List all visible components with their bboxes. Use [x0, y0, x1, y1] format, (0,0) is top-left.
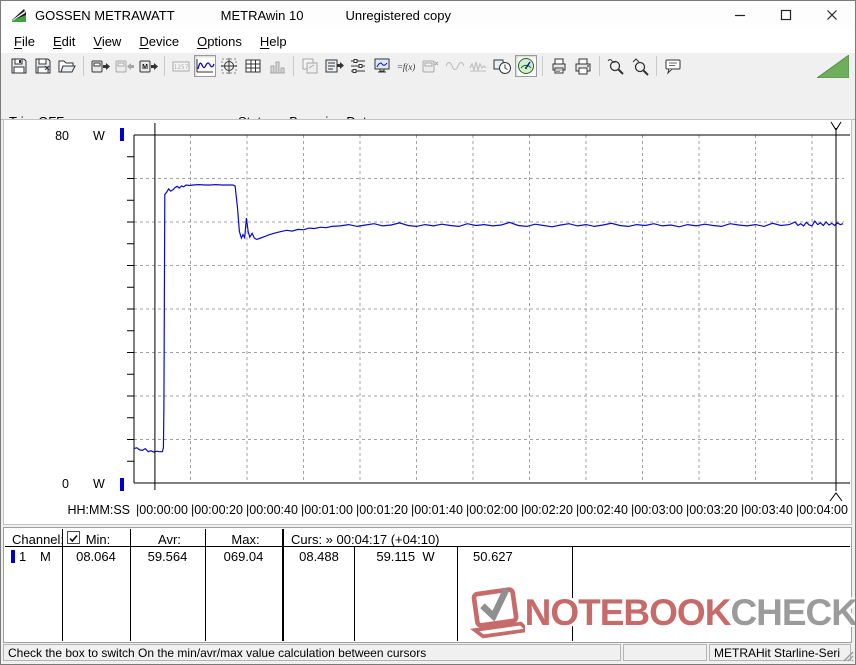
x-tick-label: |00:01:00 [301, 503, 353, 517]
x-tick-label: |00:03:00 [631, 503, 683, 517]
table-gridline [62, 529, 63, 641]
y-axis-top-marker [120, 128, 124, 141]
measurement-table: Channel: Min: Avr: Max: Curs: » 00:04:17… [3, 527, 852, 643]
table-gridline [130, 529, 131, 641]
table-gridline [205, 529, 206, 641]
x-tick-label: |00:00:40 [246, 503, 298, 517]
x-tick-label: |00:02:40 [576, 503, 628, 517]
x-tick-label: |00:01:40 [411, 503, 463, 517]
table-gridline [572, 546, 573, 641]
x-tick-label: |00:02:00 [466, 503, 518, 517]
x-tick-label: |00:02:20 [521, 503, 573, 517]
column-header-min: Min: [85, 532, 111, 547]
column-header-channel: Channel: [12, 532, 65, 547]
y-min-label: 0 [62, 477, 69, 491]
y-axis-bottom-marker [120, 478, 124, 491]
statusbar-device: METRAHit Starline-Seri [709, 644, 851, 661]
power-trace [133, 183, 844, 453]
y-max-label: 80 [55, 129, 69, 143]
column-header-max: Max: [231, 532, 260, 547]
x-axis-format-label: HH:MM:SS [68, 503, 131, 517]
status-bar: Check the box to switch On the min/avr/m… [1, 643, 855, 664]
extra-value: 50.627 [473, 549, 513, 564]
x-tick-label: |00:00:20 [191, 503, 243, 517]
x-tick-label: |00:03:20 [686, 503, 738, 517]
column-header-cursor: Curs: » 00:04:17 (+04:10) [291, 532, 440, 547]
table-gridline [282, 529, 284, 641]
cursor1-value: 08.488 [299, 549, 339, 564]
cursor2-unit: W [422, 549, 435, 564]
y-unit-label: W [93, 129, 105, 143]
cursor2-value: 59.115 W [354, 549, 457, 564]
statusbar-message: Check the box to switch On the min/avr/m… [3, 644, 621, 661]
channel-color-marker [11, 550, 15, 563]
statusbar-spacer [623, 644, 707, 661]
x-tick-label: |00:03:40 [741, 503, 793, 517]
channel-number: 1 [19, 549, 27, 564]
resize-grip-icon[interactable] [840, 648, 854, 662]
x-tick-label: |00:00:00 [136, 503, 188, 517]
column-header-avr: Avr: [158, 532, 181, 547]
app-window: GOSSEN METRAWATT METRAwin 10 Unregistere… [0, 0, 856, 665]
channel-mode: M [40, 549, 51, 564]
y-unit-label: W [93, 477, 105, 491]
table-header-divider [5, 546, 850, 547]
cursor-2-bottom-handle[interactable] [829, 492, 843, 502]
avr-value: 59.564 [147, 549, 188, 564]
x-tick-label: |00:01:20 [356, 503, 408, 517]
max-value: 069.04 [223, 549, 264, 564]
cursor2-number: 59.115 [376, 549, 416, 564]
min-value: 08.064 [76, 549, 116, 564]
x-tick-label: |00:04:00 [796, 503, 848, 517]
